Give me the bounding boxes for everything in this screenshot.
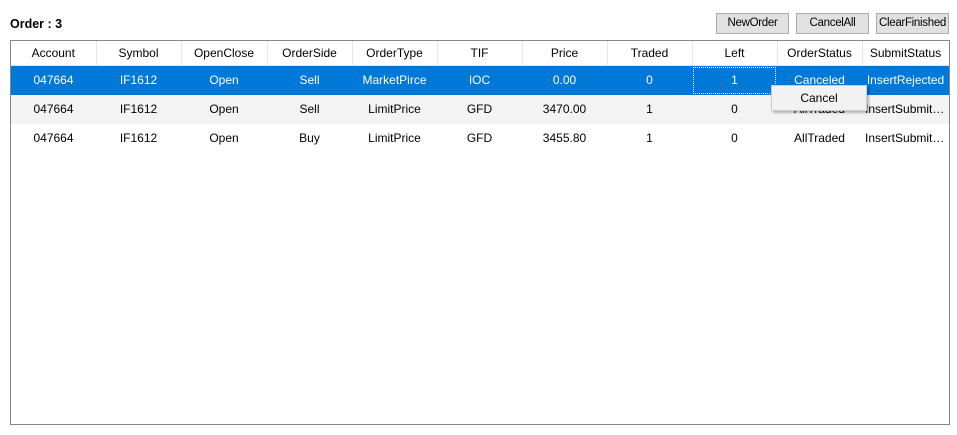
cell-submitstatus[interactable]: InsertSubmitted [862,94,949,124]
clear-finished-button[interactable]: ClearFinished [876,13,949,34]
cell-tif[interactable]: GFD [437,94,522,124]
cell-traded[interactable]: 1 [607,124,692,153]
cell-left[interactable]: 1 [692,65,777,95]
cell-orderside[interactable]: Buy [267,124,352,153]
order-window: Order : 3 NewOrder CancelAll ClearFinish… [0,0,957,435]
table-row[interactable]: 047664 IF1612 Open Buy LimitPrice GFD 34… [11,124,949,153]
cell-left[interactable]: 0 [692,94,777,124]
cell-account[interactable]: 047664 [11,65,96,95]
row-context-menu: Cancel [771,85,867,111]
cell-openclose[interactable]: Open [181,65,267,95]
cell-tif[interactable]: GFD [437,124,522,153]
cell-openclose[interactable]: Open [181,124,267,153]
cell-orderside[interactable]: Sell [267,65,352,95]
new-order-button[interactable]: NewOrder [716,13,789,34]
cell-symbol[interactable]: IF1612 [96,65,181,95]
cell-price[interactable]: 3455.80 [522,124,607,153]
cell-traded[interactable]: 0 [607,65,692,95]
column-header-ordertype[interactable]: OrderType [352,41,438,66]
cell-tif[interactable]: IOC [437,65,522,95]
cell-account[interactable]: 047664 [11,124,96,153]
order-count-label: Order : 3 [10,17,63,31]
column-header-orderside[interactable]: OrderSide [267,41,353,66]
cell-ordertype[interactable]: LimitPrice [352,94,437,124]
column-header-left[interactable]: Left [692,41,778,66]
cell-submitstatus[interactable]: InsertRejected [862,65,949,95]
cell-traded[interactable]: 1 [607,94,692,124]
column-header-orderstatus[interactable]: OrderStatus [777,41,863,66]
cell-orderside[interactable]: Sell [267,94,352,124]
column-header-price[interactable]: Price [522,41,608,66]
cell-account[interactable]: 047664 [11,94,96,124]
cell-symbol[interactable]: IF1612 [96,124,181,153]
column-header-tif[interactable]: TIF [437,41,523,66]
cell-ordertype[interactable]: LimitPrice [352,124,437,153]
cell-symbol[interactable]: IF1612 [96,94,181,124]
header-row: Account Symbol OpenClose OrderSide Order… [11,41,949,66]
context-menu-cancel[interactable]: Cancel [774,88,864,108]
cell-left[interactable]: 0 [692,124,777,153]
column-header-openclose[interactable]: OpenClose [181,41,268,66]
cell-price[interactable]: 3470.00 [522,94,607,124]
cell-price[interactable]: 0.00 [522,65,607,95]
column-header-traded[interactable]: Traded [607,41,693,66]
cancel-all-button[interactable]: CancelAll [796,13,869,34]
cell-orderstatus[interactable]: AllTraded [777,124,862,153]
cell-ordertype[interactable]: MarketPirce [352,65,437,95]
cell-openclose[interactable]: Open [181,94,267,124]
column-header-symbol[interactable]: Symbol [96,41,182,66]
column-header-account[interactable]: Account [11,41,97,66]
column-header-submitstatus[interactable]: SubmitStatus [862,41,949,66]
cell-submitstatus[interactable]: InsertSubmitted [862,124,949,153]
